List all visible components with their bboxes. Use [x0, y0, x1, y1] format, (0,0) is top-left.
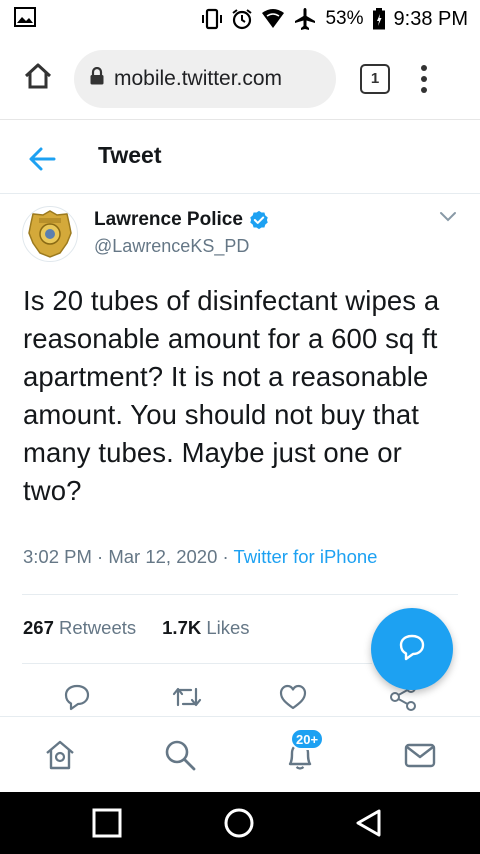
- compose-reply-button[interactable]: [371, 608, 453, 690]
- avatar[interactable]: [22, 206, 78, 262]
- image-notification-icon: [14, 6, 36, 32]
- home-tab-icon[interactable]: [42, 737, 78, 773]
- reply-bubble-icon: [397, 632, 427, 667]
- status-bar: 53% 9:38 PM: [0, 0, 480, 38]
- battery-percent: 53%: [325, 8, 364, 29]
- meta-separator: ·: [97, 546, 109, 567]
- page-title: Tweet: [98, 142, 162, 168]
- messages-tab-icon[interactable]: [402, 737, 438, 773]
- author-name-row[interactable]: Lawrence Police: [94, 209, 269, 231]
- tweet-date: Mar 12, 2020: [108, 546, 218, 567]
- address-bar[interactable]: mobile.twitter.com: [74, 49, 336, 108]
- overflow-menu-button[interactable]: [420, 64, 428, 93]
- lock-icon: [90, 66, 104, 90]
- tweet-page-header: Tweet: [0, 124, 480, 194]
- home-circle-icon[interactable]: [222, 806, 256, 840]
- likes-stat[interactable]: 1.7K Likes: [162, 617, 249, 639]
- retweet-label: Retweets: [59, 617, 137, 638]
- tweet-text: Is 20 tubes of disinfectant wipes a reas…: [23, 285, 440, 506]
- like-label: Likes: [206, 617, 250, 638]
- home-button[interactable]: [14, 55, 62, 103]
- notification-badge: 20+: [290, 728, 325, 750]
- retweets-stat[interactable]: 267 Retweets: [23, 617, 136, 639]
- divider: [22, 594, 458, 595]
- airplane-icon: [293, 7, 317, 31]
- tweet-meta: 3:02 PM · Mar 12, 2020 · Twitter for iPh…: [23, 546, 377, 568]
- wifi-icon: [261, 9, 285, 29]
- back-triangle-icon[interactable]: [352, 806, 386, 840]
- home-icon: [23, 62, 53, 95]
- author-handle[interactable]: @LawrenceKS_PD: [94, 236, 249, 257]
- url-text: mobile.twitter.com: [114, 66, 283, 90]
- verified-badge-icon: [250, 210, 268, 230]
- reply-icon[interactable]: [60, 680, 94, 714]
- tweet-stats: 267 Retweets 1.7K Likes: [23, 617, 250, 639]
- recents-square-icon[interactable]: [90, 806, 124, 840]
- android-navigation-bar: [0, 792, 480, 854]
- meta-separator: ·: [222, 546, 234, 567]
- divider: [22, 663, 372, 664]
- browser-toolbar: mobile.twitter.com 1: [0, 38, 480, 120]
- bottom-navigation: [0, 716, 480, 792]
- tweet-source-link[interactable]: Twitter for iPhone: [233, 546, 377, 567]
- alarm-icon: [231, 8, 253, 30]
- like-count: 1.7K: [162, 617, 202, 638]
- author-name: Lawrence Police: [94, 209, 243, 230]
- vibrate-icon: [201, 8, 223, 30]
- tweet-time: 3:02 PM: [23, 546, 92, 567]
- tab-switcher-button[interactable]: 1: [360, 63, 390, 94]
- tweet-author: Lawrence Police @LawrenceKS_PD: [22, 206, 462, 266]
- retweet-icon[interactable]: [170, 680, 204, 714]
- like-heart-icon[interactable]: [276, 680, 310, 714]
- clock: 9:38 PM: [393, 7, 468, 30]
- battery-icon: [372, 8, 386, 30]
- back-arrow-icon[interactable]: [28, 146, 56, 172]
- retweet-count: 267: [23, 617, 54, 638]
- search-tab-icon[interactable]: [162, 737, 198, 773]
- chevron-down-icon[interactable]: [438, 210, 458, 224]
- police-badge-icon: [28, 210, 72, 258]
